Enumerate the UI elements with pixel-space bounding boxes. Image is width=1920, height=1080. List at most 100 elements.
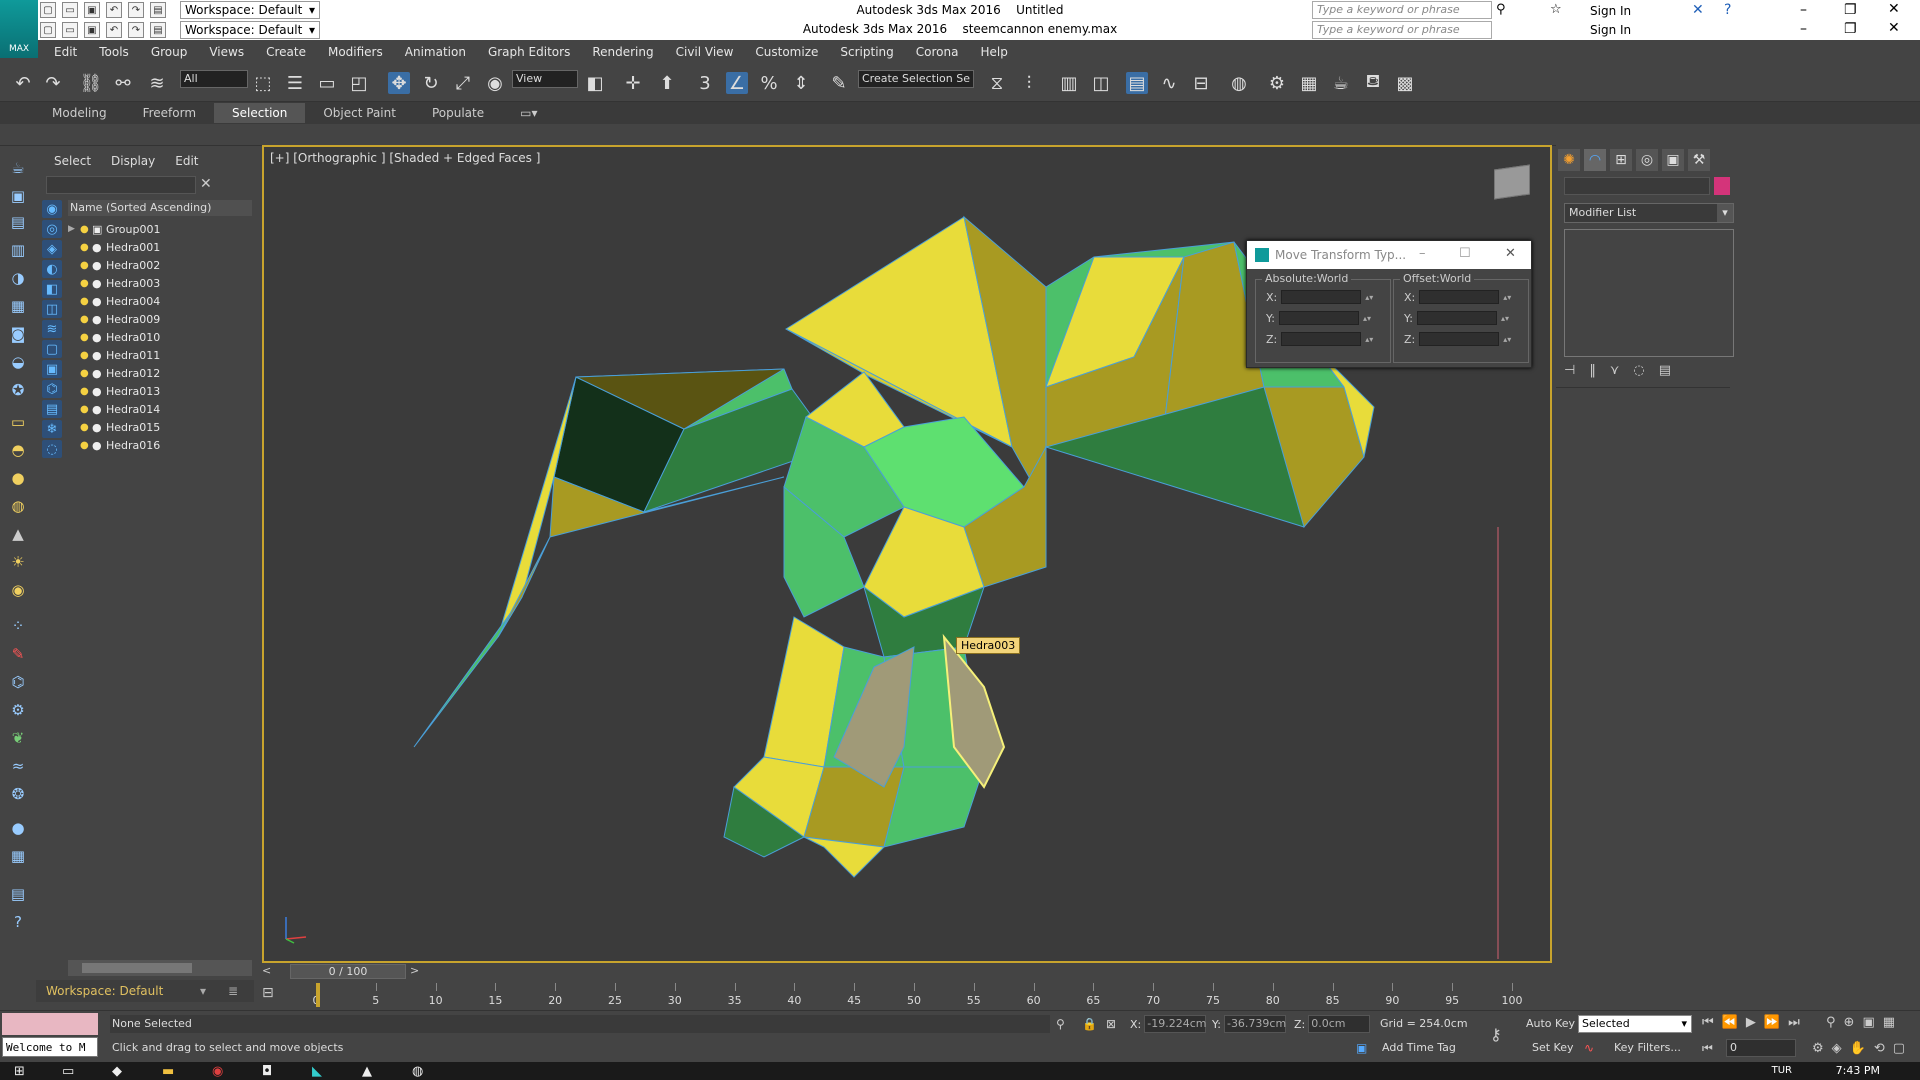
coord-z-field[interactable]: 0.0cm (1308, 1015, 1371, 1033)
coord-y-field[interactable]: -36.739cm (1223, 1015, 1286, 1033)
orbit-icon[interactable]: ⟲ (1874, 1041, 1885, 1056)
light-bulb-icon[interactable]: ● (80, 440, 92, 451)
offset-y-input[interactable] (1416, 311, 1497, 325)
close-icon-2[interactable]: ✕ (1888, 20, 1900, 36)
viewcube[interactable] (1494, 164, 1530, 200)
modifier-list-dropdown[interactable]: Modifier List ▾ (1564, 203, 1734, 223)
named-selection-dropdown[interactable]: Create Selection Se (858, 70, 974, 88)
time-slider-prev[interactable]: < (262, 964, 271, 977)
app-icon-2[interactable]: ◘ (262, 1064, 272, 1079)
help-search-input[interactable]: Type a keyword or phrase (1312, 1, 1492, 19)
hidden-filter-icon[interactable]: ◌ (42, 440, 62, 458)
restore-icon-2[interactable]: ❐ (1844, 21, 1857, 37)
tab-modeling[interactable]: Modeling (34, 103, 125, 123)
undo-icon[interactable]: ↶ (12, 72, 34, 94)
motion-icon[interactable]: ▥ (8, 240, 28, 260)
set-key-button[interactable]: Set Key (1532, 1041, 1574, 1054)
close-icon[interactable]: ✕ (1505, 246, 1516, 261)
select-place-icon[interactable]: ◉ (484, 72, 506, 94)
modify-icon[interactable]: ▣ (8, 186, 28, 206)
menu-tools[interactable]: Tools (99, 45, 129, 59)
binoculars-icon[interactable]: ⚲ (1496, 2, 1506, 17)
explorer-menu-select[interactable]: Select (54, 154, 91, 168)
configure-modifier-sets-icon[interactable]: ▤ (1659, 363, 1671, 378)
bones-filter-icon[interactable]: ⌬ (42, 380, 62, 398)
list-item[interactable]: ● ● Hedra003 (68, 274, 252, 292)
list-item[interactable]: ● ● Hedra016 (68, 436, 252, 454)
menu-modifiers[interactable]: Modifiers (328, 45, 383, 59)
tool-icon[interactable]: ◒ (8, 352, 28, 372)
key-mode-toggle-icon[interactable]: ⏮ (1702, 1041, 1713, 1056)
unlink-icon[interactable]: ⚯ (112, 72, 134, 94)
rendered-frame-icon[interactable]: ▦ (1298, 72, 1320, 94)
sign-in-button[interactable]: Sign In (1590, 4, 1631, 18)
close-icon[interactable]: ✕ (1888, 1, 1900, 17)
ribbon-options-icon[interactable]: ▭▾ (502, 103, 555, 123)
absolute-z-input[interactable] (1281, 332, 1362, 346)
chevron-down-icon[interactable]: ▾ (1717, 204, 1733, 222)
zoom-extents-all-icon[interactable]: ▦ (1883, 1015, 1895, 1030)
zoom-extents-icon[interactable]: ▣ (1862, 1015, 1874, 1030)
spinner-icon[interactable]: ▴▾ (1365, 293, 1373, 302)
absolute-y-input[interactable] (1278, 311, 1359, 325)
time-slider-next[interactable]: > (410, 964, 419, 977)
select-by-name-icon[interactable]: ☰ (284, 72, 306, 94)
display-none-icon[interactable]: ◉ (42, 200, 62, 218)
bone-icon[interactable]: ⌬ (8, 672, 28, 692)
redo-icon[interactable]: ↷ (42, 72, 64, 94)
absolute-mode-icon[interactable]: ⊠ (1106, 1017, 1116, 1031)
hierarchy-tab-icon[interactable]: ⊞ (1610, 149, 1632, 171)
xrefs-filter-icon[interactable]: ▣ (42, 360, 62, 378)
light-bulb-icon[interactable]: ● (80, 350, 92, 361)
frozen-filter-icon[interactable]: ❄ (42, 420, 62, 438)
help-search-input-2[interactable]: Type a keyword or phrase (1312, 21, 1492, 39)
lock-icon[interactable]: 🔒 (1082, 1017, 1097, 1031)
explorer-menu-display[interactable]: Display (111, 154, 155, 168)
light-bulb-icon[interactable]: ● (80, 314, 92, 325)
mini-curve-editor-icon[interactable]: ⊟ (262, 985, 274, 1001)
explorer-horizontal-scrollbar[interactable] (68, 960, 252, 976)
list-item[interactable]: ● ● Hedra001 (68, 238, 252, 256)
torus-icon[interactable]: ◍ (8, 496, 28, 516)
chevron-down-icon[interactable]: ▾ (1681, 1016, 1687, 1032)
select-scale-icon[interactable]: ⤢ (452, 72, 474, 94)
go-to-end-icon[interactable]: ⏭ (1788, 1015, 1800, 1030)
chrome-icon[interactable]: ◉ (212, 1064, 223, 1079)
spinner-icon[interactable]: ▴▾ (1501, 314, 1509, 323)
maxscript-listener-input[interactable] (2, 1013, 98, 1035)
default-tangent-icon[interactable]: ∿ (1584, 1041, 1594, 1055)
restore-icon[interactable]: ❐ (1844, 2, 1857, 18)
spinner-icon[interactable]: ▴▾ (1503, 293, 1511, 302)
utilities-tab-icon[interactable]: ⚒ (1688, 149, 1710, 171)
key-icon[interactable]: ⚷ (1490, 1025, 1502, 1044)
zoom-all-icon[interactable]: ⊕ (1844, 1015, 1855, 1030)
modify-tab-icon[interactable]: ◠ (1584, 149, 1606, 171)
list-item[interactable]: ● ● Hedra014 (68, 400, 252, 418)
menu-rendering[interactable]: Rendering (592, 45, 653, 59)
menu-group[interactable]: Group (151, 45, 188, 59)
chevron-down-icon[interactable]: ▾ (200, 980, 206, 1002)
hair-icon[interactable]: ≈ (8, 756, 28, 776)
minimize-icon[interactable]: – (1800, 2, 1807, 18)
make-unique-icon[interactable]: ⋎ (1610, 363, 1620, 378)
layers-icon[interactable]: ≣ (228, 980, 238, 1002)
3dsmax-taskbar-icon[interactable]: ◣ (312, 1064, 322, 1079)
offset-x-input[interactable] (1419, 290, 1500, 304)
light-bulb-icon[interactable]: ● (80, 422, 92, 433)
windows-start-icon[interactable]: ⊞ (14, 1064, 25, 1079)
schematic-view-icon[interactable]: ⊟ (1190, 72, 1212, 94)
list-item[interactable]: ● ● Hedra015 (68, 418, 252, 436)
light-bulb-icon[interactable]: ● (80, 224, 92, 235)
clear-search-icon[interactable]: ✕ (200, 176, 212, 192)
spinner-icon[interactable]: ▴▾ (1363, 314, 1371, 323)
list-item[interactable]: ▶ ● ▣ Group001 (68, 220, 252, 238)
photo-icon[interactable]: ▲ (362, 1064, 372, 1079)
menu-help[interactable]: Help (980, 45, 1007, 59)
motion-tab-icon[interactable]: ◎ (1636, 149, 1658, 171)
layers-icon[interactable]: ◫ (1090, 72, 1112, 94)
create-teapot-icon[interactable]: ☕ (8, 158, 28, 178)
workspace-selector[interactable]: Workspace: Default ▾ ≣ (36, 980, 254, 1002)
folder-icon[interactable]: ▬ (162, 1064, 174, 1079)
render-sphere-icon[interactable]: ● (8, 818, 28, 838)
list-item[interactable]: ● ● Hedra012 (68, 364, 252, 382)
